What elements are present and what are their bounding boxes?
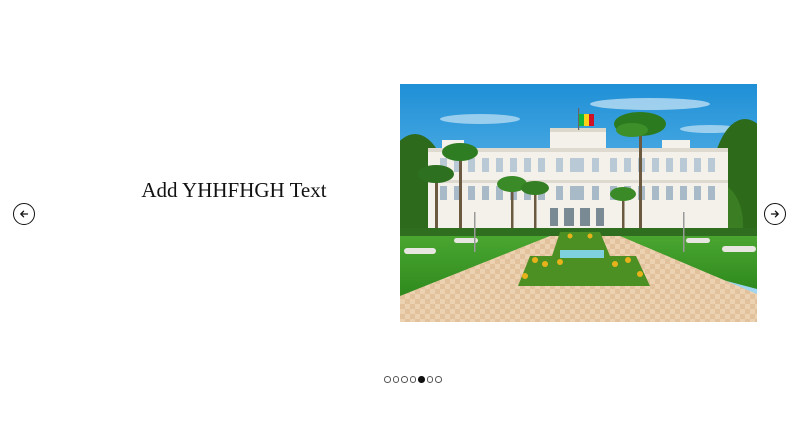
next-slide-button[interactable] [764,203,786,225]
pagination-dot[interactable] [426,376,433,383]
pagination-dot[interactable] [435,376,442,383]
previous-slide-button[interactable] [13,203,35,225]
pagination-dot[interactable] [392,376,399,383]
pagination-dots [384,376,442,383]
pagination-dot[interactable] [418,376,425,383]
arrow-left-icon [20,210,29,218]
pagination-dot[interactable] [409,376,416,383]
arrow-right-icon [770,210,779,218]
pagination-dot[interactable] [401,376,408,383]
slide-caption: Add YHHFHGH Text [141,178,327,202]
pagination-dot[interactable] [384,376,391,383]
slide-image [400,84,757,322]
image-carousel: Add YHHFHGH Text [0,0,800,430]
